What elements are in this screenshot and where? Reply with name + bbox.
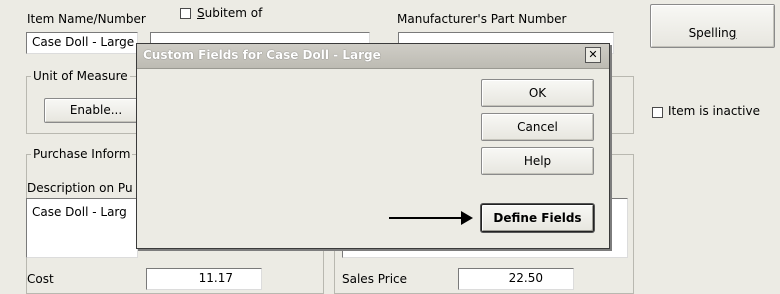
- cancel-button[interactable]: Cancel: [481, 113, 594, 141]
- dialog-title-bar[interactable]: Custom Fields for Case Doll - Large ✕: [137, 44, 609, 69]
- spelling-label: Spellin: [688, 26, 729, 40]
- subitem-checkbox[interactable]: [180, 8, 191, 19]
- purchase-description-value: Case Doll - Larg: [32, 205, 127, 219]
- manufacturer-part-label: Manufacturer's Part Number: [397, 12, 567, 26]
- cost-value: 11.17: [198, 271, 233, 285]
- cancel-button-label: Cancel: [517, 120, 558, 134]
- spelling-label-underlined: g: [728, 26, 737, 40]
- enable-button-label: Enable...: [69, 103, 123, 117]
- annotation-arrow-line: [389, 217, 463, 219]
- subitem-label-underlined: S: [197, 6, 205, 20]
- annotation-arrow-icon: [461, 211, 473, 225]
- item-name-field[interactable]: Case Doll - Large: [26, 32, 138, 54]
- subitem-label-rest: ubitem of: [204, 6, 263, 20]
- subitem-label: Subitem of: [197, 6, 262, 20]
- custom-fields-dialog: Custom Fields for Case Doll - Large ✕ OK…: [136, 43, 610, 249]
- define-fields-button-label: Define Fields: [493, 211, 582, 225]
- help-button-label: Help: [523, 154, 552, 168]
- ok-button[interactable]: OK: [481, 79, 594, 107]
- item-inactive-label: Item is inactive: [668, 104, 760, 118]
- sales-price-field[interactable]: 22.50: [458, 268, 574, 290]
- purchase-information-group-label: Purchase Inform: [31, 147, 133, 161]
- define-fields-button[interactable]: Define Fields: [481, 204, 594, 232]
- sales-price-value: 22.50: [508, 271, 543, 285]
- cost-field[interactable]: 11.17: [146, 268, 262, 290]
- item-name-value: Case Doll - Large: [32, 35, 135, 49]
- help-button[interactable]: Help: [481, 147, 594, 175]
- purchase-description-label: Description on Pu: [27, 181, 133, 195]
- enable-button[interactable]: Enable...: [44, 98, 148, 123]
- item-inactive-checkbox[interactable]: [652, 107, 663, 118]
- purchase-description-field[interactable]: Case Doll - Larg: [26, 198, 138, 258]
- close-icon[interactable]: ✕: [585, 47, 601, 63]
- unit-of-measure-group-label: Unit of Measure: [31, 69, 130, 83]
- ok-button-label: OK: [528, 86, 547, 100]
- item-name-label: Item Name/Number: [27, 12, 146, 26]
- dialog-title: Custom Fields for Case Doll - Large: [143, 48, 381, 62]
- spelling-button[interactable]: Spelling: [650, 4, 775, 48]
